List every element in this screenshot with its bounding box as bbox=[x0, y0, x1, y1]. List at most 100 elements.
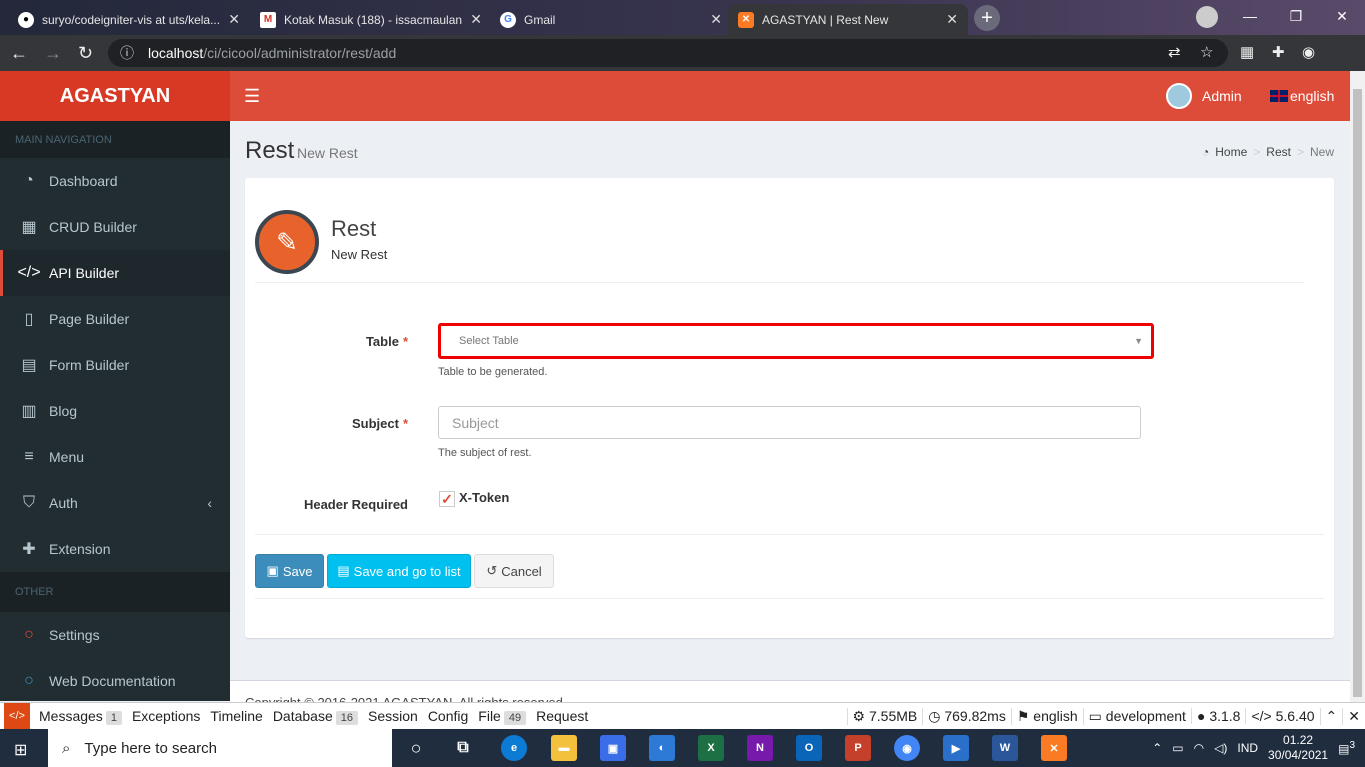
input-language[interactable]: IND bbox=[1237, 741, 1258, 755]
browser-tab[interactable]: G Gmail ✕ bbox=[490, 4, 732, 35]
debug-tab-file[interactable]: File 49 bbox=[473, 708, 531, 725]
floppy-icon: ▣ bbox=[266, 563, 279, 578]
account-icon[interactable]: ◉ bbox=[1302, 43, 1315, 61]
close-debugbar-icon[interactable]: ✕ bbox=[1342, 707, 1365, 725]
language-menu[interactable]: english bbox=[1270, 88, 1334, 104]
table-select[interactable]: Select Table ▼ bbox=[438, 323, 1154, 359]
file-explorer-icon[interactable]: ▬ bbox=[551, 735, 577, 761]
close-icon[interactable]: ✕ bbox=[946, 11, 958, 28]
cancel-button[interactable]: ↺ Cancel bbox=[474, 554, 554, 588]
scrollbar-thumb[interactable] bbox=[1353, 89, 1362, 697]
chevron-up-icon[interactable]: ⌃ bbox=[1152, 741, 1162, 755]
back-icon[interactable]: ← bbox=[10, 43, 28, 64]
xampp-icon[interactable]: ✕ bbox=[1041, 735, 1067, 761]
profile-icon[interactable] bbox=[1196, 6, 1218, 28]
system-clock[interactable]: 01.22 30/04/2021 bbox=[1268, 733, 1328, 763]
app-logo[interactable]: AGASTYAN bbox=[0, 71, 230, 121]
breadcrumb: ◔ Home > Rest > New bbox=[1202, 145, 1334, 159]
sidebar-item-api-builder[interactable]: </> API Builder bbox=[0, 250, 230, 296]
word-icon[interactable]: W bbox=[992, 735, 1018, 761]
browser-tab[interactable]: M Kotak Masuk (188) - issacmaulan ✕ bbox=[250, 4, 492, 35]
circle-blue-icon: ○ bbox=[24, 672, 34, 689]
close-icon[interactable]: ✕ bbox=[228, 11, 240, 28]
browser-tab[interactable]: ● suryo/codeigniter-vis at uts/kela... ✕ bbox=[8, 4, 250, 35]
outlook-icon[interactable]: O bbox=[796, 735, 822, 761]
edge-icon[interactable]: e bbox=[501, 735, 527, 761]
sidebar-item-auth[interactable]: ⛉ Auth ‹ bbox=[0, 480, 230, 526]
x-token-label[interactable]: X-Token bbox=[459, 490, 509, 505]
cortana-icon[interactable]: ○ bbox=[403, 735, 429, 761]
close-window-icon[interactable]: ✕ bbox=[1319, 0, 1365, 32]
close-icon[interactable]: ✕ bbox=[710, 11, 722, 28]
user-menu[interactable]: Admin bbox=[1166, 83, 1242, 109]
language-label: english bbox=[1290, 88, 1335, 104]
debug-tab-messages[interactable]: Messages 1 bbox=[34, 708, 127, 725]
browser-tab-strip: ● suryo/codeigniter-vis at uts/kela... ✕… bbox=[0, 0, 1365, 35]
save-and-go-to-list-button[interactable]: ▤ Save and go to list bbox=[327, 554, 471, 588]
powerpoint-icon[interactable]: P bbox=[845, 735, 871, 761]
translate-icon[interactable]: ⇄ bbox=[1168, 43, 1181, 61]
sidebar-item-menu[interactable]: ≡ Menu bbox=[0, 434, 230, 480]
browser-tab-active[interactable]: ✕ AGASTYAN | Rest New ✕ bbox=[728, 4, 968, 35]
table-select-placeholder: Select Table bbox=[459, 335, 519, 347]
breadcrumb-home[interactable]: Home bbox=[1215, 145, 1247, 159]
chevron-up-icon[interactable]: ⌃ bbox=[1319, 707, 1343, 725]
save-button[interactable]: ▣ Save bbox=[255, 554, 324, 588]
volume-icon[interactable]: ◁) bbox=[1214, 741, 1227, 755]
minimize-icon[interactable]: — bbox=[1227, 0, 1273, 32]
breadcrumb-rest[interactable]: Rest bbox=[1266, 145, 1291, 159]
debug-tab-database[interactable]: Database 16 bbox=[268, 708, 363, 725]
windows-start-icon[interactable]: ⊞ bbox=[14, 740, 27, 760]
info-icon[interactable]: ⓘ bbox=[120, 43, 134, 63]
undo-icon: ↺ bbox=[486, 563, 498, 578]
debug-tab-timeline[interactable]: Timeline bbox=[205, 708, 267, 724]
extension-calendar-icon[interactable]: ▦ bbox=[1240, 43, 1254, 61]
system-tray: ⌃ ▭ ◠ ◁) IND 01.22 30/04/2021 ▤3 bbox=[1152, 729, 1365, 767]
content-wrapper: Rest New Rest ◔ Home > Rest > New ✎ Rest… bbox=[230, 121, 1350, 701]
page-scrollbar[interactable] bbox=[1350, 71, 1365, 702]
windows-taskbar: ⊞ ⌕ Type here to search ○ ⧉ e ▬ ▣ ◐ X N … bbox=[0, 729, 1365, 767]
sidebar-item-crud-builder[interactable]: ▦ CRUD Builder bbox=[0, 204, 230, 250]
media-icon[interactable]: ◐ bbox=[649, 735, 675, 761]
store-icon[interactable]: ▣ bbox=[600, 735, 626, 761]
excel-icon[interactable]: X bbox=[698, 735, 724, 761]
sidebar-item-form-builder[interactable]: ▤ Form Builder bbox=[0, 342, 230, 388]
debug-tab-exceptions[interactable]: Exceptions bbox=[127, 708, 205, 724]
maximize-icon[interactable]: ❐ bbox=[1273, 0, 1319, 32]
reload-icon[interactable]: ↻ bbox=[78, 43, 93, 64]
task-view-icon[interactable]: ⧉ bbox=[450, 735, 476, 761]
sidebar-item-page-builder[interactable]: ▯ Page Builder bbox=[0, 296, 230, 342]
debug-tab-request[interactable]: Request bbox=[531, 708, 593, 724]
forward-icon[interactable]: → bbox=[44, 43, 62, 64]
sidebar-item-web-documentation[interactable]: ○ Web Documentation bbox=[0, 658, 230, 704]
notifications-icon[interactable]: ▤3 bbox=[1338, 740, 1355, 756]
video-icon[interactable]: ▶ bbox=[943, 735, 969, 761]
new-tab-button[interactable]: + bbox=[974, 5, 1000, 31]
page-subtitle: New Rest bbox=[297, 145, 358, 161]
sidebar-item-extension[interactable]: ✚ Extension bbox=[0, 526, 230, 572]
sidebar-item-settings[interactable]: ○ Settings bbox=[0, 612, 230, 658]
time-stat: ◷ 769.82ms bbox=[922, 707, 1011, 725]
github-icon: ● bbox=[1196, 708, 1206, 724]
sidebar-item-dashboard[interactable]: ◔ Dashboard bbox=[0, 158, 230, 204]
sidebar-toggle-icon[interactable]: ☰ bbox=[244, 86, 260, 107]
puzzle-icon: ✚ bbox=[22, 541, 36, 558]
sidebar-item-label: API Builder bbox=[49, 265, 120, 281]
taskbar-search[interactable]: ⌕ Type here to search bbox=[48, 729, 392, 767]
sidebar-item-blog[interactable]: ▥ Blog bbox=[0, 388, 230, 434]
debug-tab-session[interactable]: Session bbox=[363, 708, 423, 724]
form-box: ✎ Rest New Rest Table * Select Table ▼ Ta… bbox=[245, 178, 1334, 638]
bookmark-star-icon[interactable]: ☆ bbox=[1200, 43, 1213, 61]
x-token-checkbox[interactable]: ✓ bbox=[439, 491, 455, 507]
subject-input[interactable]: Subject bbox=[438, 406, 1141, 439]
onenote-icon[interactable]: N bbox=[747, 735, 773, 761]
close-icon[interactable]: ✕ bbox=[470, 11, 482, 28]
url-input[interactable]: ⓘ localhost/ci/cicool/administrator/rest… bbox=[108, 39, 1228, 67]
codeigniter-icon[interactable]: </> bbox=[4, 703, 30, 729]
wifi-icon[interactable]: ◠ bbox=[1194, 741, 1204, 755]
battery-icon[interactable]: ▭ bbox=[1172, 741, 1183, 755]
extensions-puzzle-icon[interactable]: ✚ bbox=[1272, 43, 1285, 61]
breadcrumb-current: New bbox=[1309, 145, 1334, 159]
debug-tab-config[interactable]: Config bbox=[423, 708, 473, 724]
chrome-icon[interactable]: ◉ bbox=[894, 735, 920, 761]
